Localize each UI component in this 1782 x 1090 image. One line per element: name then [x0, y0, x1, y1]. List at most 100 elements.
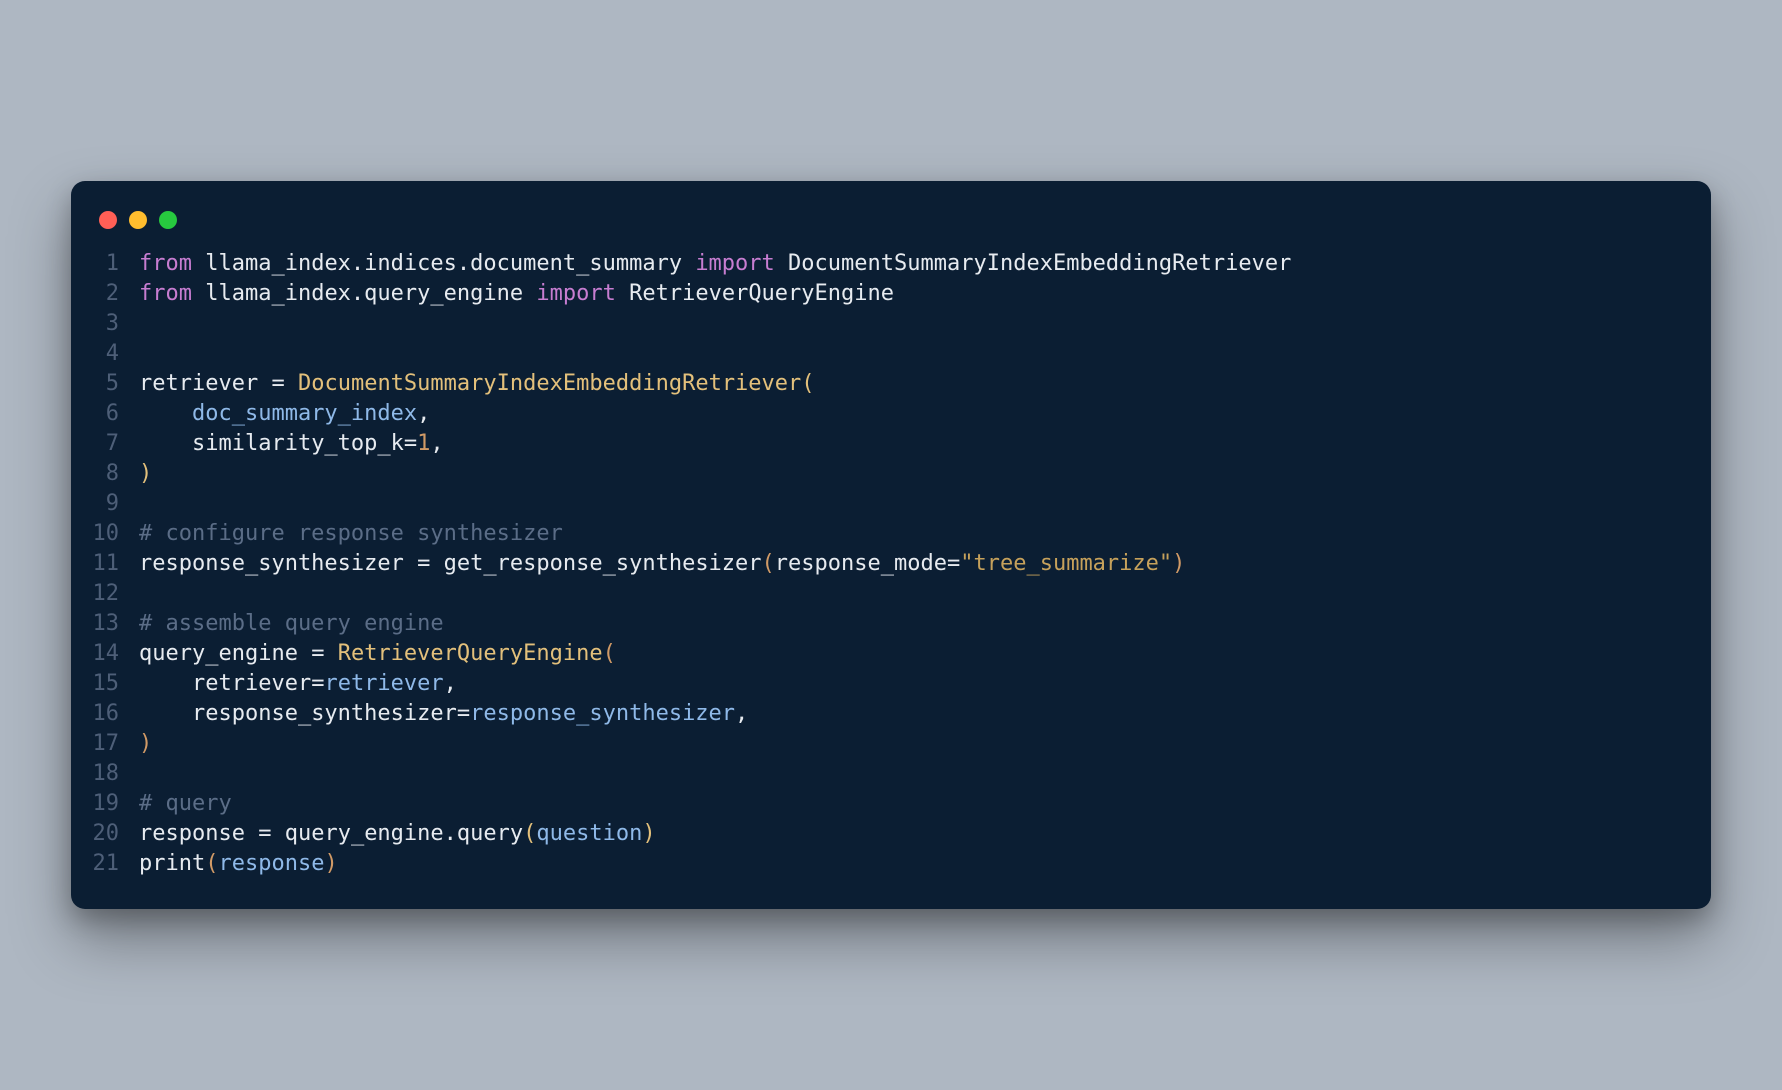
code-token — [192, 251, 205, 276]
line-number: 7 — [91, 429, 139, 459]
code-token: , — [417, 401, 430, 426]
code-token: import — [695, 251, 774, 276]
code-token: RetrieverQueryEngine — [338, 641, 603, 666]
code-line-content[interactable] — [139, 309, 152, 339]
code-token: query_engine — [139, 641, 298, 666]
code-line-content[interactable] — [139, 339, 152, 369]
code-token: response_synthesizer — [470, 701, 735, 726]
code-line[interactable]: 2from llama_index.query_engine import Re… — [91, 279, 1691, 309]
code-line[interactable]: 4 — [91, 339, 1691, 369]
code-line-content[interactable]: # query — [139, 789, 232, 819]
code-token: DocumentSummaryIndexEmbeddingRetriever — [788, 251, 1291, 276]
code-line-content[interactable]: query_engine = RetrieverQueryEngine( — [139, 639, 616, 669]
code-token: = — [947, 551, 960, 576]
line-number: 8 — [91, 459, 139, 489]
code-token: ) — [1172, 551, 1185, 576]
code-line-content[interactable]: doc_summary_index, — [139, 399, 430, 429]
code-token — [139, 431, 192, 456]
code-token — [298, 641, 311, 666]
code-token — [139, 671, 192, 696]
code-token — [775, 251, 788, 276]
code-line-content[interactable] — [139, 579, 152, 609]
code-line[interactable]: 17) — [91, 729, 1691, 759]
code-line-content[interactable]: retriever = DocumentSummaryIndexEmbeddin… — [139, 369, 815, 399]
code-line-content[interactable]: from llama_index.indices.document_summar… — [139, 249, 1291, 279]
code-token: = — [417, 551, 430, 576]
code-token: from — [139, 251, 192, 276]
code-token — [139, 401, 192, 426]
line-number: 10 — [91, 519, 139, 549]
code-line[interactable]: 18 — [91, 759, 1691, 789]
code-line[interactable]: 8) — [91, 459, 1691, 489]
code-token: doc_summary_index — [192, 401, 417, 426]
code-line-content[interactable]: response_synthesizer=response_synthesize… — [139, 699, 748, 729]
code-token: query_engine — [285, 821, 444, 846]
code-line[interactable]: 15 retriever=retriever, — [91, 669, 1691, 699]
window-close-button[interactable] — [99, 211, 117, 229]
code-token: = — [457, 701, 470, 726]
code-line[interactable]: 6 doc_summary_index, — [91, 399, 1691, 429]
window-minimize-button[interactable] — [129, 211, 147, 229]
code-line-content[interactable] — [139, 489, 152, 519]
code-line[interactable]: 1from llama_index.indices.document_summa… — [91, 249, 1691, 279]
code-token: DocumentSummaryIndexEmbeddingRetriever — [298, 371, 801, 396]
line-number: 5 — [91, 369, 139, 399]
code-line-content[interactable]: similarity_top_k=1, — [139, 429, 444, 459]
code-token: retriever — [139, 371, 258, 396]
code-line-content[interactable]: ) — [139, 459, 152, 489]
code-token — [258, 371, 271, 396]
code-token: retriever — [324, 671, 443, 696]
code-token: llama_index.indices.document_summary — [205, 251, 682, 276]
code-token: = — [271, 371, 284, 396]
code-token: ( — [205, 851, 218, 876]
code-token: = — [258, 821, 271, 846]
code-line-content[interactable] — [139, 759, 152, 789]
code-token: from — [139, 281, 192, 306]
window-zoom-button[interactable] — [159, 211, 177, 229]
code-token: llama_index.query_engine — [205, 281, 523, 306]
code-line[interactable]: 9 — [91, 489, 1691, 519]
code-token — [523, 281, 536, 306]
code-line[interactable]: 3 — [91, 309, 1691, 339]
code-line[interactable]: 13# assemble query engine — [91, 609, 1691, 639]
code-line-content[interactable]: # assemble query engine — [139, 609, 444, 639]
code-token — [430, 551, 443, 576]
line-number: 20 — [91, 819, 139, 849]
code-token: "tree_summarize" — [960, 551, 1172, 576]
code-token: import — [536, 281, 615, 306]
code-line[interactable]: 10# configure response synthesizer — [91, 519, 1691, 549]
code-line-content[interactable]: response = query_engine.query(question) — [139, 819, 656, 849]
code-token — [682, 251, 695, 276]
code-token: response — [218, 851, 324, 876]
code-token: get_response_synthesizer — [444, 551, 762, 576]
code-line-content[interactable]: print(response) — [139, 849, 338, 879]
code-line[interactable]: 5retriever = DocumentSummaryIndexEmbeddi… — [91, 369, 1691, 399]
code-token: = — [311, 671, 324, 696]
code-line[interactable]: 11response_synthesizer = get_response_sy… — [91, 549, 1691, 579]
code-token: RetrieverQueryEngine — [629, 281, 894, 306]
code-line[interactable]: 12 — [91, 579, 1691, 609]
code-area[interactable]: 1 from llama_index.indices.document_summa… — [71, 249, 1711, 879]
code-line-content[interactable]: from llama_index.query_engine import Ret… — [139, 279, 894, 309]
code-token: print — [139, 851, 205, 876]
code-line[interactable]: 19# query — [91, 789, 1691, 819]
code-token — [192, 281, 205, 306]
code-line[interactable]: 7 similarity_top_k=1, — [91, 429, 1691, 459]
code-token: ( — [523, 821, 536, 846]
code-token: # configure response synthesizer — [139, 521, 563, 546]
code-line-content[interactable]: retriever=retriever, — [139, 669, 457, 699]
code-line-content[interactable]: # configure response synthesizer — [139, 519, 563, 549]
code-line[interactable]: 21print(response) — [91, 849, 1691, 879]
code-token — [285, 371, 298, 396]
code-line[interactable]: 20response = query_engine.query(question… — [91, 819, 1691, 849]
code-line-content[interactable]: response_synthesizer = get_response_synt… — [139, 549, 1185, 579]
code-line-content[interactable]: ) — [139, 729, 152, 759]
line-number: 11 — [91, 549, 139, 579]
code-line[interactable]: 16 response_synthesizer=response_synthes… — [91, 699, 1691, 729]
line-number: 12 — [91, 579, 139, 609]
line-number: 15 — [91, 669, 139, 699]
line-number: 21 — [91, 849, 139, 879]
code-token: 1 — [417, 431, 430, 456]
line-number: 18 — [91, 759, 139, 789]
code-line[interactable]: 14query_engine = RetrieverQueryEngine( — [91, 639, 1691, 669]
